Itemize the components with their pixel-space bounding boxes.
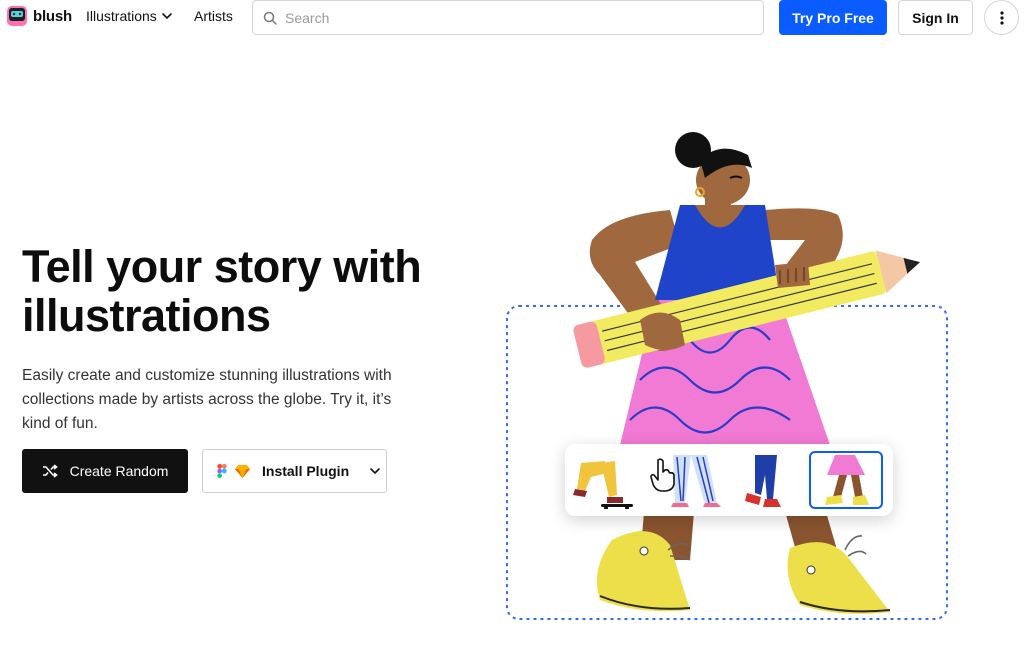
blush-logo-icon: [7, 6, 27, 26]
nav-artists-link[interactable]: Artists: [194, 8, 233, 24]
chevron-down-icon: [162, 13, 172, 20]
more-options-button[interactable]: [984, 0, 1019, 35]
hero-title: Tell your story with illustrations: [22, 241, 422, 341]
top-navigation: blush Illustrations Artists Try Pro Free…: [0, 0, 1024, 36]
search-bar[interactable]: [252, 0, 764, 35]
brand-logo[interactable]: blush: [6, 5, 72, 27]
hero-illustration: [506, 132, 948, 620]
install-plugin-button[interactable]: Install Plugin: [202, 449, 387, 493]
search-input[interactable]: [285, 9, 745, 26]
pointer-hand-icon: [650, 458, 675, 492]
leg-option-1[interactable]: [571, 451, 645, 510]
figma-icon: [217, 464, 227, 478]
leg-option-3-image: [745, 455, 781, 507]
chevron-down-icon: [370, 468, 380, 475]
more-vertical-icon: [999, 10, 1004, 25]
search-icon: [263, 11, 277, 25]
leg-option-1-image: [573, 461, 633, 510]
hero-subtitle: Easily create and customize stunning ill…: [22, 367, 392, 432]
try-pro-free-button[interactable]: Try Pro Free: [779, 0, 887, 35]
sign-in-button[interactable]: Sign In: [898, 0, 973, 35]
nav-illustrations-dropdown[interactable]: Illustrations: [86, 8, 173, 24]
nav-illustrations-label: Illustrations: [86, 8, 157, 24]
nav-artists-label: Artists: [194, 8, 233, 24]
leg-option-3[interactable]: [731, 451, 805, 509]
install-plugin-label: Install Plugin: [262, 463, 350, 479]
shuffle-icon: [42, 464, 58, 478]
sketch-icon: [235, 464, 250, 478]
brand-name: blush: [33, 7, 72, 25]
leg-option-4[interactable]: [809, 451, 883, 509]
create-random-button[interactable]: Create Random: [22, 449, 188, 493]
create-random-label: Create Random: [69, 463, 169, 479]
leg-style-picker: [565, 444, 893, 516]
leg-option-4-image: [825, 455, 869, 505]
